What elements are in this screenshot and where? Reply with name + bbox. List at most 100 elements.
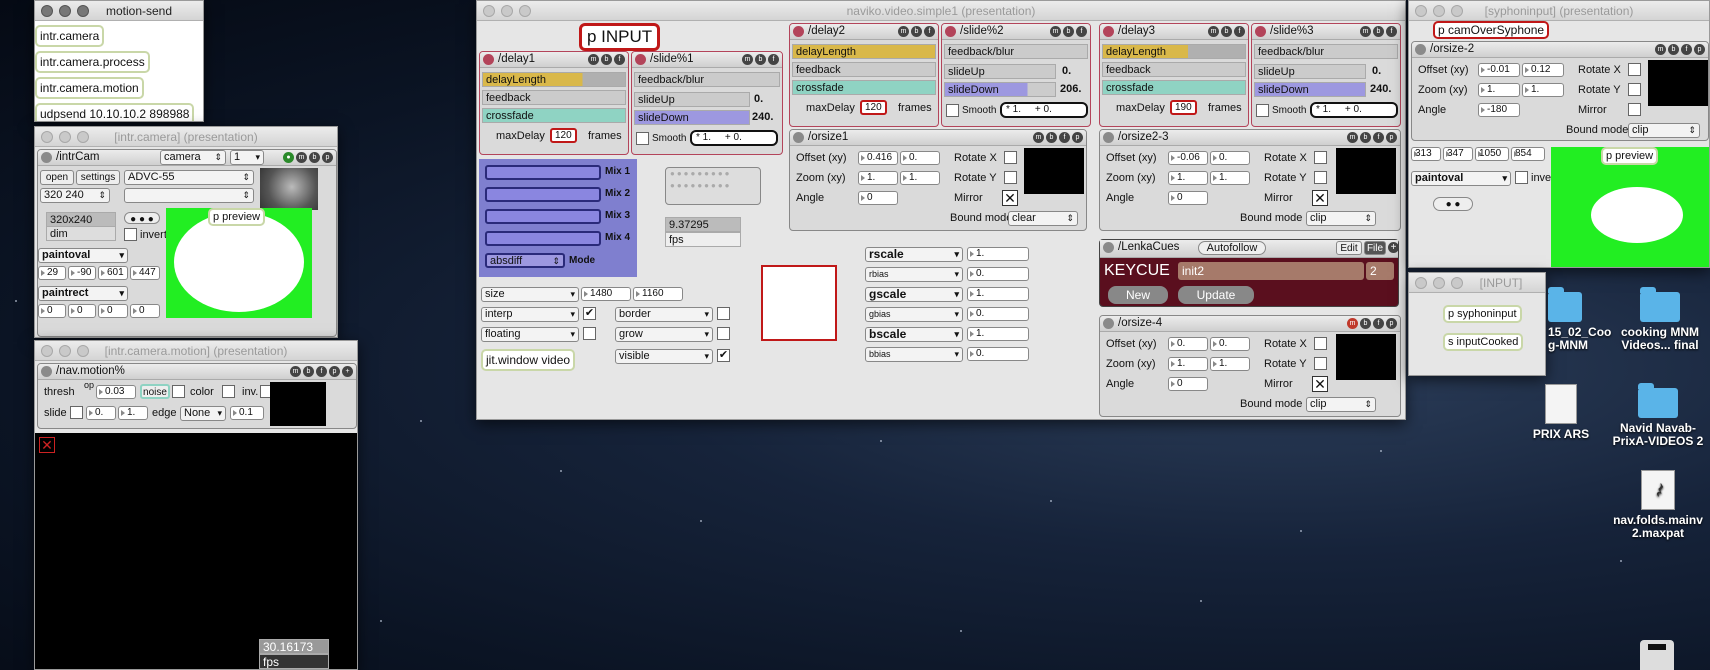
zoom-x[interactable]: 1.: [1168, 171, 1208, 185]
matrix-control[interactable]: ●●●●●●●●● ●●●●●●●●●: [665, 167, 761, 205]
border-menu[interactable]: border: [615, 307, 713, 322]
smooth-expression[interactable]: * 1. + 0.: [1000, 102, 1088, 118]
noise-checkbox[interactable]: [172, 385, 185, 398]
mirror-toggle[interactable]: ✕: [1002, 190, 1018, 206]
mirror-toggle[interactable]: ✕: [1312, 190, 1328, 206]
mix-slider-2[interactable]: [485, 187, 601, 202]
mix-slider-4[interactable]: [485, 231, 601, 246]
rotate-x-checkbox[interactable]: [1314, 337, 1327, 350]
paintoval-menu[interactable]: paintoval: [1411, 171, 1511, 186]
slide-b[interactable]: 1.: [118, 406, 148, 420]
bpatcher-buttons[interactable]: m b f p +: [290, 366, 353, 377]
tuxedo-icon[interactable]: [1640, 640, 1674, 670]
bscale-menu[interactable]: bscale: [865, 327, 963, 342]
blank-menu[interactable]: [124, 188, 254, 203]
rect-x[interactable]: 0: [38, 304, 66, 318]
offset-x[interactable]: 0.416: [858, 151, 898, 165]
rect-y[interactable]: 0: [68, 304, 96, 318]
slidedown-slider[interactable]: slideDown: [634, 110, 750, 125]
add-icon[interactable]: +: [1388, 242, 1399, 253]
toggle-dots[interactable]: ● ●: [1433, 197, 1473, 211]
window-controls[interactable]: [41, 5, 89, 17]
bpatcher-buttons[interactable]: mbf: [1208, 26, 1245, 37]
noise-button[interactable]: noise: [140, 384, 170, 399]
desktop-maxpat[interactable]: 𝄽 nav.folds.mainv 2.maxpat: [1606, 470, 1710, 540]
window-controls[interactable]: [1415, 5, 1463, 17]
oval-y[interactable]: -90: [68, 266, 96, 280]
slidedown-slider[interactable]: slideDown: [944, 82, 1056, 97]
bpatcher-buttons[interactable]: mbfp: [1655, 44, 1705, 55]
object-box[interactable]: intr.camera: [35, 25, 105, 47]
bpatcher-buttons[interactable]: mbf: [1050, 26, 1087, 37]
collapse-icon[interactable]: [793, 26, 804, 37]
desktop-folder[interactable]: Navid Navab- PrixA-VIDEOS 2: [1606, 383, 1710, 448]
feedback-slider[interactable]: feedback: [792, 62, 936, 77]
collapse-icon[interactable]: [1415, 44, 1426, 55]
gscale-number[interactable]: 1.: [967, 287, 1029, 301]
zoom-y[interactable]: 1.: [1522, 83, 1564, 97]
slidedown-slider[interactable]: slideDown: [1254, 82, 1366, 97]
title-bar[interactable]: motion-send: [35, 1, 203, 21]
window-controls[interactable]: [41, 131, 89, 143]
preview-object[interactable]: p preview: [208, 208, 266, 226]
bpatcher-buttons[interactable]: mbf: [1360, 26, 1397, 37]
color-checkbox[interactable]: [222, 385, 235, 398]
invert-checkbox[interactable]: [1515, 171, 1528, 184]
slide-checkbox[interactable]: [70, 406, 83, 419]
new-button[interactable]: New: [1108, 286, 1168, 304]
maxdelay-number[interactable]: 120: [550, 128, 577, 143]
smooth-checkbox[interactable]: [946, 104, 959, 117]
grow-menu[interactable]: grow: [615, 327, 713, 342]
offset-y[interactable]: 0.: [1210, 337, 1250, 351]
crossfade-slider[interactable]: crossfade: [792, 80, 936, 95]
smooth-checkbox[interactable]: [1256, 104, 1269, 117]
delaylength-slider[interactable]: delayLength: [792, 44, 936, 59]
rect-h[interactable]: 0: [130, 304, 160, 318]
bbias-number[interactable]: 0.: [967, 347, 1029, 361]
maxdelay-number[interactable]: 190: [1170, 100, 1197, 115]
slideup-slider[interactable]: slideUp: [634, 92, 750, 107]
collapse-icon[interactable]: [945, 26, 956, 37]
gbias-menu[interactable]: gbias: [865, 307, 963, 322]
slideup-slider[interactable]: slideUp: [944, 64, 1056, 79]
rotate-y-checkbox[interactable]: [1314, 357, 1327, 370]
oval-y[interactable]: 347: [1443, 147, 1473, 161]
thresh-number[interactable]: 0.03: [96, 385, 136, 399]
rotate-x-checkbox[interactable]: [1628, 63, 1641, 76]
interp-menu[interactable]: interp: [481, 307, 579, 322]
desktop-folder[interactable]: 15_02_Coo g-MNM: [1548, 287, 1611, 352]
title-bar[interactable]: [syphoninput] (presentation): [1409, 1, 1709, 21]
preview-object[interactable]: p preview: [1601, 147, 1659, 165]
size-menu[interactable]: size: [481, 287, 579, 302]
offset-y[interactable]: 0.12: [1522, 63, 1564, 77]
collapse-icon[interactable]: [41, 152, 52, 163]
zoom-y[interactable]: 1.: [900, 171, 940, 185]
interp-checkbox[interactable]: ✔: [583, 307, 596, 320]
device-menu[interactable]: ADVC-55: [124, 170, 254, 185]
index-number[interactable]: 1: [230, 150, 264, 165]
invert-checkbox[interactable]: [124, 228, 137, 241]
bpatcher-buttons[interactable]: mbf: [898, 26, 935, 37]
window-controls[interactable]: [41, 345, 89, 357]
bpatcher-buttons[interactable]: ● m b p: [283, 152, 333, 163]
border-checkbox[interactable]: [717, 307, 730, 320]
object-box[interactable]: intr.camera.motion: [35, 77, 144, 99]
object-box[interactable]: udpsend 10.10.10.2 898988: [35, 103, 195, 121]
file-button[interactable]: File: [1364, 241, 1386, 255]
offset-x[interactable]: -0.06: [1168, 151, 1208, 165]
mix-slider-1[interactable]: [485, 165, 601, 180]
close-icon[interactable]: ✕: [39, 437, 55, 453]
visible-checkbox[interactable]: ✔: [717, 349, 730, 362]
offset-y[interactable]: 0.: [900, 151, 940, 165]
rotate-x-checkbox[interactable]: [1004, 151, 1017, 164]
smooth-expression[interactable]: * 1. + 0.: [690, 130, 778, 146]
feedback-slider[interactable]: feedback: [1102, 62, 1246, 77]
collapse-icon[interactable]: [635, 54, 646, 65]
bound-mode-menu[interactable]: clip: [1306, 211, 1376, 226]
zoom-x[interactable]: 1.: [1168, 357, 1208, 371]
mirror-checkbox[interactable]: [1628, 103, 1641, 116]
gbias-number[interactable]: 0.: [967, 307, 1029, 321]
title-bar[interactable]: naviko.video.simple1 (presentation): [477, 1, 1405, 21]
oval-h[interactable]: 447: [130, 266, 160, 280]
delaylength-slider[interactable]: delayLength: [1102, 44, 1246, 59]
